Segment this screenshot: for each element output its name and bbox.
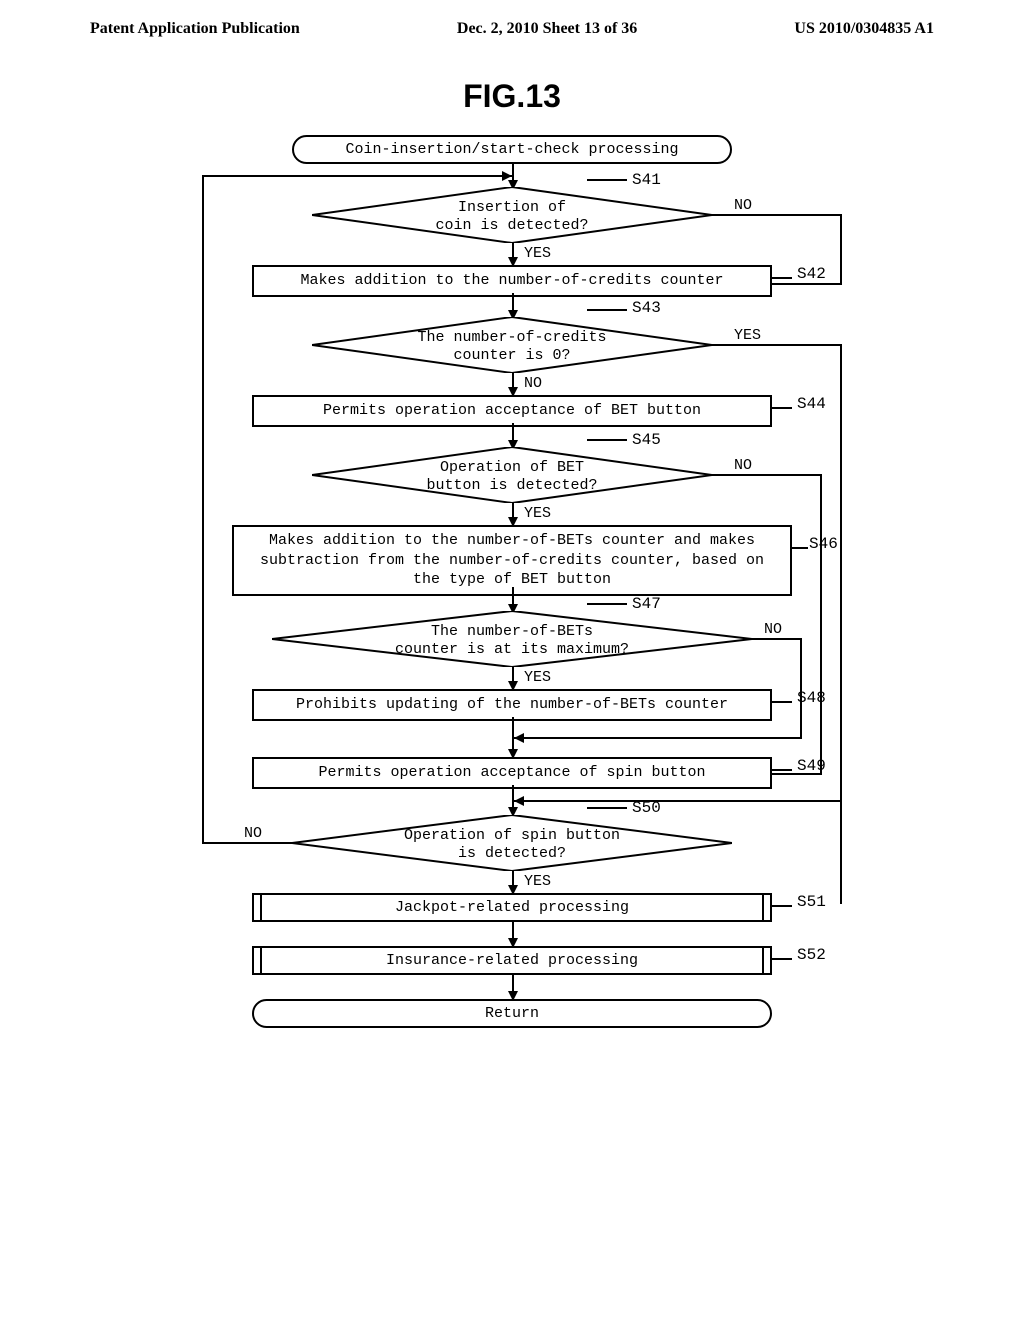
process-s48: Prohibits updating of the number-of-BETs… [252,689,772,721]
subroutine-s51: Jackpot-related processing [252,893,772,922]
flowchart-container: Coin-insertion/start-check processing In… [172,135,852,1215]
page-header: Patent Application Publication Dec. 2, 2… [0,0,1024,48]
label-s42: S42 [797,265,826,283]
label-s47-yes: YES [522,669,553,686]
header-left: Patent Application Publication [90,20,300,38]
terminal-return: Return [252,999,772,1028]
decision-s43: The number-of-credits counter is 0? [312,317,712,373]
label-s50-no: NO [242,825,264,842]
label-s50-yes: YES [522,873,553,890]
label-s44: S44 [797,395,826,413]
process-s44: Permits operation acceptance of BET butt… [252,395,772,427]
decision-s50: Operation of spin button is detected? [292,815,732,871]
label-s43: S43 [632,299,661,317]
subroutine-s52: Insurance-related processing [252,946,772,975]
decision-s47: The number-of-BETs counter is at its max… [272,611,752,667]
label-s41-yes: YES [522,245,553,262]
decision-s41: Insertion of coin is detected? [312,187,712,243]
label-s52: S52 [797,946,826,964]
label-s45-no: NO [732,457,754,474]
figure-title: FIG.13 [0,78,1024,115]
label-s46: S46 [809,535,838,553]
terminal-start: Coin-insertion/start-check processing [292,135,732,164]
label-s41-no: NO [732,197,754,214]
process-s46: Makes addition to the number-of-BETs cou… [232,525,792,596]
decision-s45: Operation of BET button is detected? [312,447,712,503]
process-s49: Permits operation acceptance of spin but… [252,757,772,789]
label-s47-no: NO [762,621,784,638]
label-s45-yes: YES [522,505,553,522]
header-right: US 2010/0304835 A1 [794,20,934,38]
label-s43-yes: YES [732,327,763,344]
header-center: Dec. 2, 2010 Sheet 13 of 36 [457,20,637,38]
label-s43-no: NO [522,375,544,392]
process-s42: Makes addition to the number-of-credits … [252,265,772,297]
label-s49: S49 [797,757,826,775]
label-s48: S48 [797,689,826,707]
label-s51: S51 [797,893,826,911]
